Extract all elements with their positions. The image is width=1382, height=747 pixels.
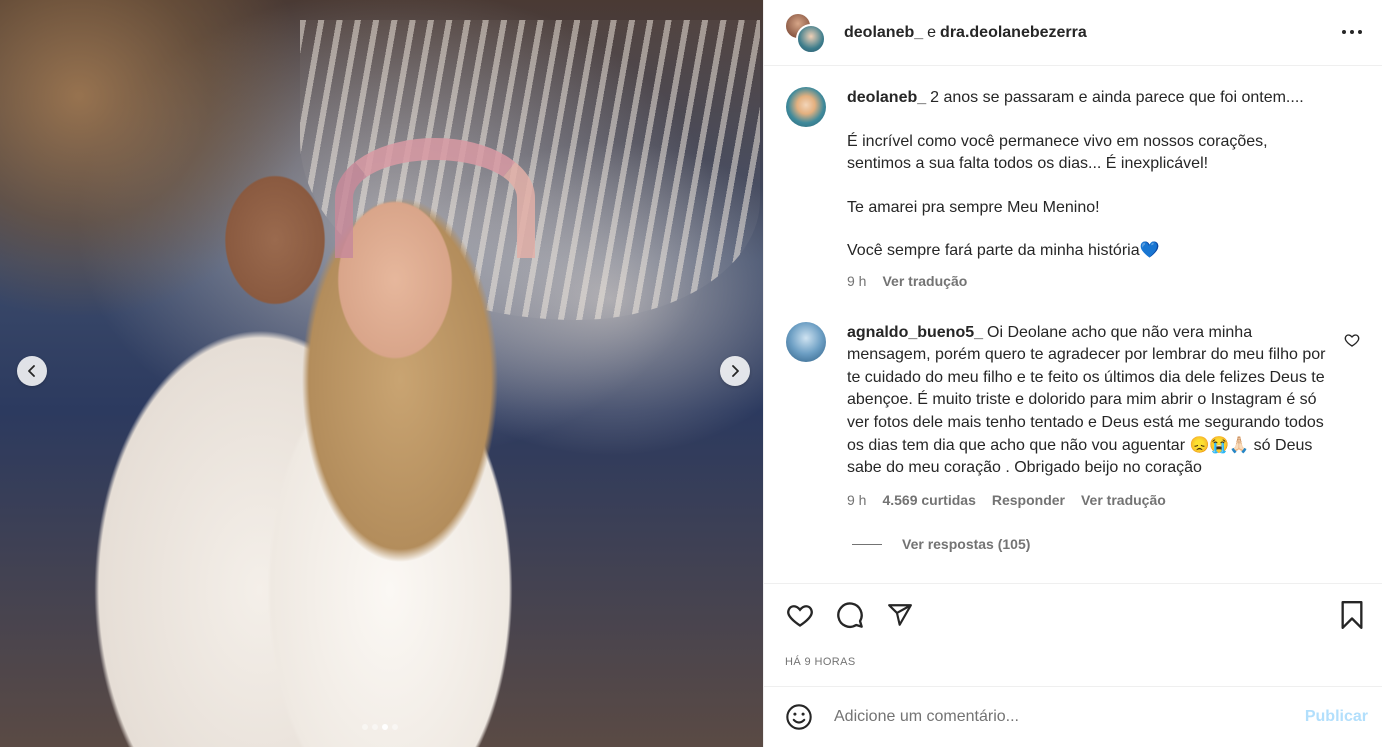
comment-body: agnaldo_bueno5_ Oi Deolane acho que não v… (847, 322, 1327, 512)
avatar[interactable] (786, 321, 826, 362)
caption-meta: 9 h Ver tradução (847, 270, 1317, 293)
avatar (796, 23, 826, 54)
chevron-right-icon (732, 365, 739, 377)
post-header: deolaneb_ e dra.deolanebezerra (764, 0, 1382, 66)
send-icon (888, 604, 912, 626)
emoji-button[interactable] (784, 702, 814, 732)
carousel-prev-button[interactable] (17, 356, 47, 386)
comment-username-link[interactable]: agnaldo_bueno5_ (847, 324, 983, 341)
header-conjunction: e (927, 23, 937, 41)
caption-body: deolaneb_ 2 anos se passaram e ainda pare… (847, 87, 1317, 293)
header-username-link[interactable]: dra.deolanebezerra (940, 24, 1087, 41)
header-usernames: deolaneb_ e dra.deolanebezerra (844, 24, 1087, 42)
more-horizontal-icon (1342, 30, 1362, 34)
post-actions: HÁ 9 HORAS (764, 583, 1382, 685)
post-timestamp[interactable]: HÁ 9 HORAS (764, 656, 1382, 668)
action-icons-row (764, 584, 1382, 646)
avatar[interactable] (786, 87, 826, 127)
comments-list[interactable]: deolaneb_ 2 anos se passaram e ainda pare… (764, 66, 1382, 583)
chevron-left-icon (28, 365, 35, 377)
carousel-dot (382, 724, 388, 730)
carousel-dot (372, 724, 378, 730)
add-comment-bar: Publicar (764, 686, 1382, 747)
flower-crown (335, 138, 535, 258)
carousel-dot (362, 724, 368, 730)
comment-icon (837, 602, 863, 628)
heart-icon (787, 605, 813, 627)
post-side-panel: deolaneb_ e dra.deolanebezerra deolaneb_ 2 … (763, 0, 1382, 747)
caption-paragraph: Você sempre fará parte da minha história… (847, 242, 1160, 260)
save-button[interactable] (1336, 599, 1368, 631)
carousel-next-button[interactable] (720, 356, 750, 386)
caption-time: 9 h (847, 272, 867, 289)
collab-avatars[interactable] (784, 11, 826, 54)
caption: deolaneb_ 2 anos se passaram e ainda pare… (764, 87, 1382, 293)
bookmark-icon (1341, 601, 1363, 629)
comment-text: Oi Deolane acho que não vera minha mensa… (847, 323, 1326, 477)
caption-text: 2 anos se passaram e ainda parece que fo… (930, 89, 1304, 106)
translate-link[interactable]: Ver tradução (1081, 489, 1166, 512)
view-replies-button[interactable]: Ver respostas (105) (852, 536, 1382, 552)
caption-username-link[interactable]: deolaneb_ (847, 89, 926, 106)
caption-paragraph: É incrível como você permanece vivo em n… (847, 132, 1268, 173)
comment-meta: 9 h 4.569 curtidas Responder Ver traduçã… (847, 489, 1327, 512)
replies-divider (852, 543, 882, 545)
emoji-icon (786, 704, 812, 730)
header-username-link[interactable]: deolaneb_ (844, 24, 923, 41)
carousel-dot (392, 724, 398, 730)
view-replies-label: Ver respostas (105) (902, 536, 1031, 553)
translate-link[interactable]: Ver tradução (882, 270, 967, 293)
comment-likes-link[interactable]: 4.569 curtidas (882, 489, 975, 512)
comment-time: 9 h (847, 491, 867, 508)
reply-button[interactable]: Responder (992, 489, 1065, 512)
comment-button[interactable] (834, 599, 866, 631)
like-button[interactable] (784, 599, 816, 631)
comment-item: agnaldo_bueno5_ Oi Deolane acho que não v… (764, 321, 1382, 512)
comment-input[interactable] (834, 708, 1305, 726)
carousel-dots (362, 724, 398, 730)
post-media[interactable] (0, 0, 763, 747)
more-options-button[interactable] (1340, 22, 1364, 42)
caption-paragraph: Te amarei pra sempre Meu Menino! (847, 198, 1100, 216)
share-button[interactable] (884, 599, 916, 631)
heart-icon[interactable] (1344, 332, 1360, 348)
publish-button[interactable]: Publicar (1305, 708, 1368, 726)
